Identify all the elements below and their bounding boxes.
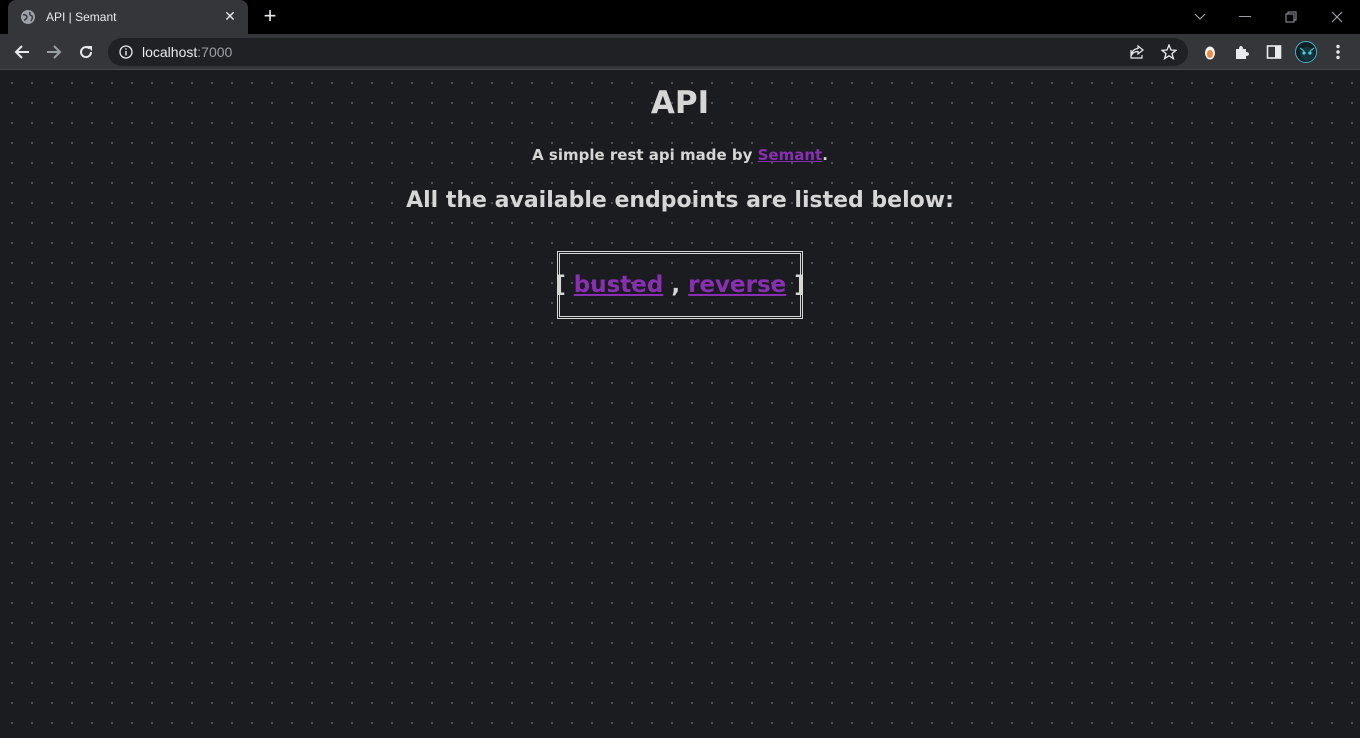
puzzle-extensions-icon[interactable] [1231, 41, 1253, 63]
url-host: localhost [142, 44, 198, 60]
menu-kebab-icon[interactable] [1327, 41, 1349, 63]
tab-strip: API | Semant ✕ + [0, 0, 1360, 34]
url-port: :7000 [197, 44, 233, 60]
page-content: API A simple rest api made by Semant. Al… [0, 71, 1360, 738]
globe-icon [20, 9, 36, 25]
extension-icon[interactable] [1199, 41, 1221, 63]
close-window-icon[interactable] [1314, 0, 1360, 34]
close-tab-icon[interactable]: ✕ [222, 9, 238, 25]
page-title: API [650, 85, 710, 121]
share-icon[interactable] [1128, 43, 1146, 61]
url-text: localhost:7000 [142, 44, 232, 60]
author-link[interactable]: Semant [758, 146, 823, 164]
bookmark-star-icon[interactable] [1160, 43, 1178, 61]
subtitle-suffix: . [822, 146, 828, 164]
browser-tab[interactable]: API | Semant ✕ [8, 0, 248, 34]
side-panel-icon[interactable] [1263, 41, 1285, 63]
info-icon[interactable] [118, 44, 134, 60]
bracket-close: ] [794, 272, 805, 298]
subtitle-prefix: A simple rest api made by [532, 146, 758, 164]
reload-icon[interactable] [72, 38, 100, 66]
new-tab-button[interactable]: + [258, 5, 282, 28]
endpoints-box: [ busted , reverse ] [555, 251, 805, 319]
tab-title: API | Semant [46, 10, 117, 24]
forward-arrow-icon[interactable] [40, 38, 68, 66]
endpoint-separator: , [671, 272, 681, 298]
minimize-icon[interactable] [1222, 0, 1268, 34]
browser-toolbar: localhost:7000 [0, 34, 1360, 70]
restore-icon[interactable] [1268, 0, 1314, 34]
bracket-open: [ [555, 272, 566, 298]
profile-avatar[interactable] [1295, 41, 1317, 63]
back-arrow-icon[interactable] [8, 38, 36, 66]
tab-search-icon[interactable] [1177, 0, 1223, 34]
address-bar[interactable]: localhost:7000 [108, 38, 1188, 66]
page-subtitle: A simple rest api made by Semant. [0, 146, 1360, 164]
endpoint-link-reverse[interactable]: reverse [688, 272, 786, 298]
endpoint-link-busted[interactable]: busted [574, 272, 664, 298]
endpoints-list: [ busted , reverse ] [555, 272, 805, 298]
endpoints-heading: All the available endpoints are listed b… [406, 188, 954, 213]
